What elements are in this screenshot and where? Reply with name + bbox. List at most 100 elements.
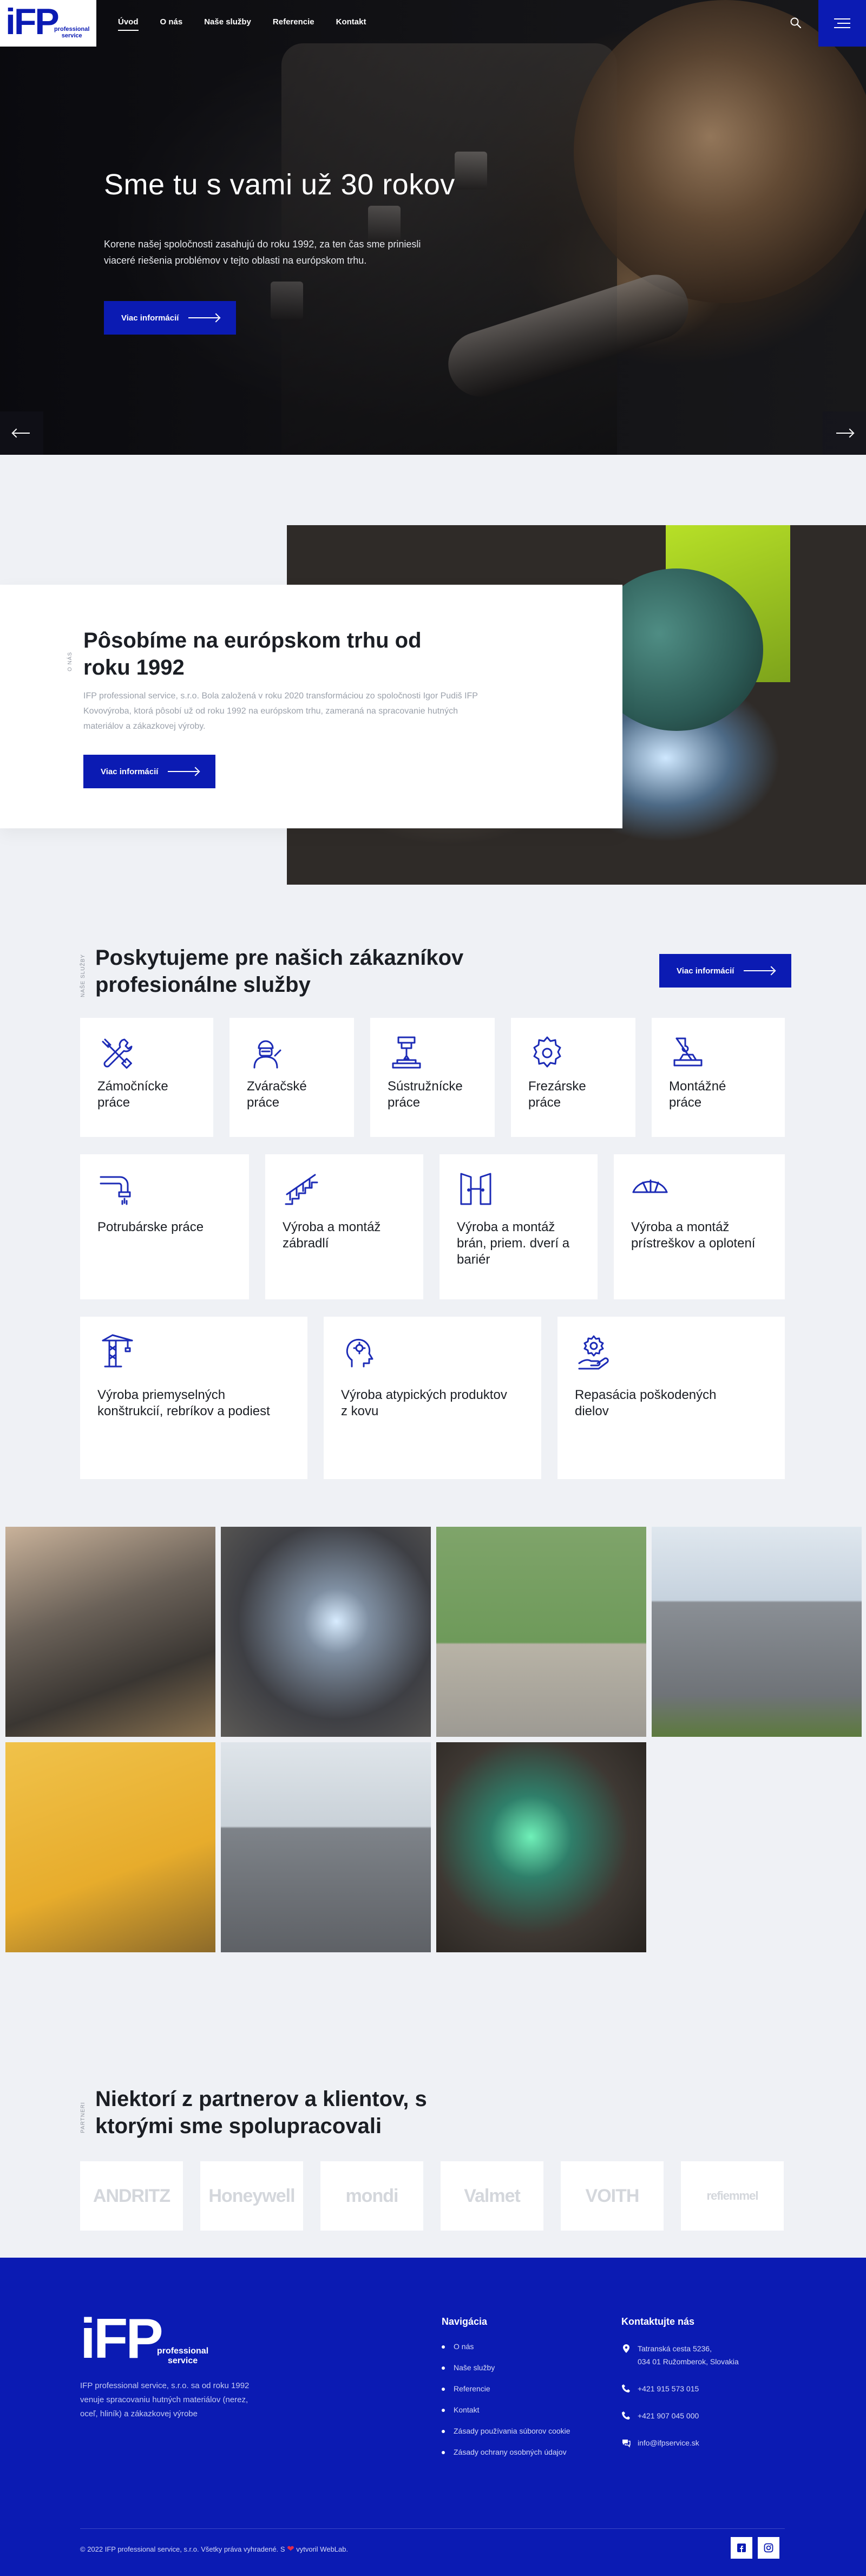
door-gate-icon [460,1173,491,1205]
service-label: Repasácia poškodených dielov [575,1388,717,1418]
gear-hand-icon [578,1335,609,1370]
main-nav: Úvod O nás Naše služby Referencie Kontak… [118,17,366,31]
phone-icon [622,2384,630,2392]
footer-link-nase-sluzby[interactable]: Naše služby [442,2363,570,2372]
facebook-button[interactable] [731,2537,752,2559]
service-label: Výroba a montáž brán, priem. dverí a bar… [457,1220,570,1267]
partner-logo-honeywell: Honeywell [200,2161,303,2231]
hero-section: iFP professional service Úvod O nás Naše… [0,0,866,455]
about-more-info-button[interactable]: Viac informácií [83,755,216,788]
service-card-montazne[interactable]: Montážné práce [652,1018,785,1137]
section-label: Partneri [80,2102,86,2133]
service-label: Sústružnícke práce [388,1079,463,1110]
logo-text: iFP [5,1,60,42]
slider-prev-button[interactable] [0,411,43,455]
service-card-frezarske[interactable]: Frezárske práce [511,1018,635,1137]
drill-press-icon [392,1036,421,1069]
service-card-pristresky[interactable]: Výroba a montáž prístreškov a oplotení [614,1154,785,1299]
search-icon[interactable] [789,16,802,29]
footer-nav-heading: Navigácia [442,2316,488,2327]
facebook-icon [737,2544,746,2552]
site-logo[interactable]: iFP professional service [0,0,96,47]
hero-more-info-button[interactable]: Viac informácií [104,301,237,335]
partner-logo-mondi: mondi [320,2161,423,2231]
about-text: IFP professional service, s.r.o. Bola za… [83,691,478,731]
partner-logo-voith: VOITH [561,2161,664,2231]
gallery-photo[interactable] [436,1742,646,1952]
gallery-photo[interactable] [221,1742,431,1952]
about-card: O nás Pôsobíme na európskom trhu od roku… [0,585,622,828]
footer-logo[interactable]: iFP [80,2311,163,2367]
gallery-photo[interactable] [652,1527,862,1737]
footer-link-o-nas[interactable]: O nás [442,2342,570,2351]
footer-nav: O nás Naše služby Referencie Kontakt Zás… [442,2342,570,2469]
pipe-icon [100,1176,131,1205]
partner-logo-valmet: Valmet [441,2161,543,2231]
service-card-potrubarske[interactable]: Potrubárske práce [80,1154,249,1299]
services-more-info-button[interactable]: Viac informácií [659,954,792,988]
slider-next-button[interactable] [823,411,866,455]
address-line: Tatranská cesta 5236, [638,2344,712,2353]
instagram-button[interactable] [758,2537,779,2559]
logo-sub-line: service [61,32,82,39]
logo-sub-line: professional [157,2346,209,2356]
service-card-zvaracske[interactable]: Zváračské práce [229,1018,354,1137]
footer-link-privacy[interactable]: Zásady ochrany osobných údajov [442,2448,570,2456]
services-section: Naše služby Poskytujeme pre našich zákaz… [0,931,866,1527]
service-card-sustruznicke[interactable]: Sústružnícke práce [370,1018,495,1137]
service-label: Frezárske práce [528,1079,586,1110]
service-card-brany[interactable]: Výroba a montáž brán, priem. dverí a bar… [439,1154,598,1299]
hero-text: Korene našej spoločnosti zasahujú do rok… [104,239,421,266]
service-card-zamocnicke[interactable]: Zámočnícke práce [80,1018,213,1137]
service-card-repasacia[interactable]: Repasácia poškodených dielov [557,1317,785,1479]
arrow-right-icon [836,433,852,434]
phone-number: +421 907 045 000 [638,2411,699,2420]
head-gear-icon [346,1339,373,1368]
service-label: Výroba a montáž zábradlí [283,1220,381,1251]
nav-item-nase-sluzby[interactable]: Naše služby [204,17,251,31]
gallery-photo[interactable] [436,1527,646,1737]
nav-item-referencie[interactable]: Referencie [273,17,314,31]
section-label: O nás [67,651,73,671]
section-label: Naše služby [80,954,86,997]
service-label: Výroba priemyselných konštrukcií, rebrík… [97,1388,270,1418]
logo-subtitle: professional service [54,26,89,39]
footer-link-kontakt[interactable]: Kontakt [442,2405,570,2414]
arrow-right-icon [188,317,219,318]
gallery-photo[interactable] [221,1527,431,1737]
partner-logo-refiemmel: refiemmel [681,2161,784,2231]
contact-email[interactable]: info@ifpservice.sk [621,2436,795,2449]
wrench-screwdriver-icon [102,1038,133,1069]
footer-logo-subtitle: professional service [157,2346,208,2366]
partner-name: VOITH [585,2185,640,2206]
contact-phone-1[interactable]: +421 915 573 015 [621,2382,795,2395]
footer-link-referencie[interactable]: Referencie [442,2384,570,2393]
contact-phone-2[interactable]: +421 907 045 000 [621,2409,795,2422]
service-card-zabradlia[interactable]: Výroba a montáž zábradlí [265,1154,423,1299]
service-card-atypicke[interactable]: Výroba atypických produktov z kovu [324,1317,541,1479]
service-card-konstrukcie[interactable]: Výroba priemyselných konštrukcií, rebrík… [80,1317,307,1479]
copyright-author[interactable]: vytvoril WebLab. [296,2545,348,2553]
hero-title: Sme tu s vami už 30 rokov [104,168,455,201]
welder-icon [253,1040,281,1069]
nav-item-o-nas[interactable]: O nás [160,17,183,31]
nav-item-uvod[interactable]: Úvod [118,17,139,31]
heart-icon: ❤ [287,2545,294,2554]
email-address: info@ifpservice.sk [638,2438,699,2447]
footer-link-cookies[interactable]: Zásady používania súborov cookie [442,2427,570,2435]
logo-sub-line: professional [54,26,90,32]
canopy-icon [632,1179,668,1193]
saw-blade-icon [533,1036,561,1068]
partner-name: refiemmel [706,2189,759,2202]
site-footer: iFP professional service IFP professiona… [0,2258,866,2576]
gallery-photo[interactable] [5,1742,215,1952]
service-label: Zámočnícke práce [97,1079,168,1110]
arrow-left-icon [14,433,30,434]
top-navigation-bar: iFP professional service Úvod O nás Naše… [0,0,866,47]
hamburger-menu-button[interactable] [818,0,866,47]
stair-railing-icon [285,1174,318,1205]
gallery-photo[interactable] [5,1527,215,1737]
button-label: Viac informácií [101,767,159,776]
nav-item-kontakt[interactable]: Kontakt [336,17,366,31]
footer-contact-heading: Kontaktujte nás [621,2316,695,2327]
